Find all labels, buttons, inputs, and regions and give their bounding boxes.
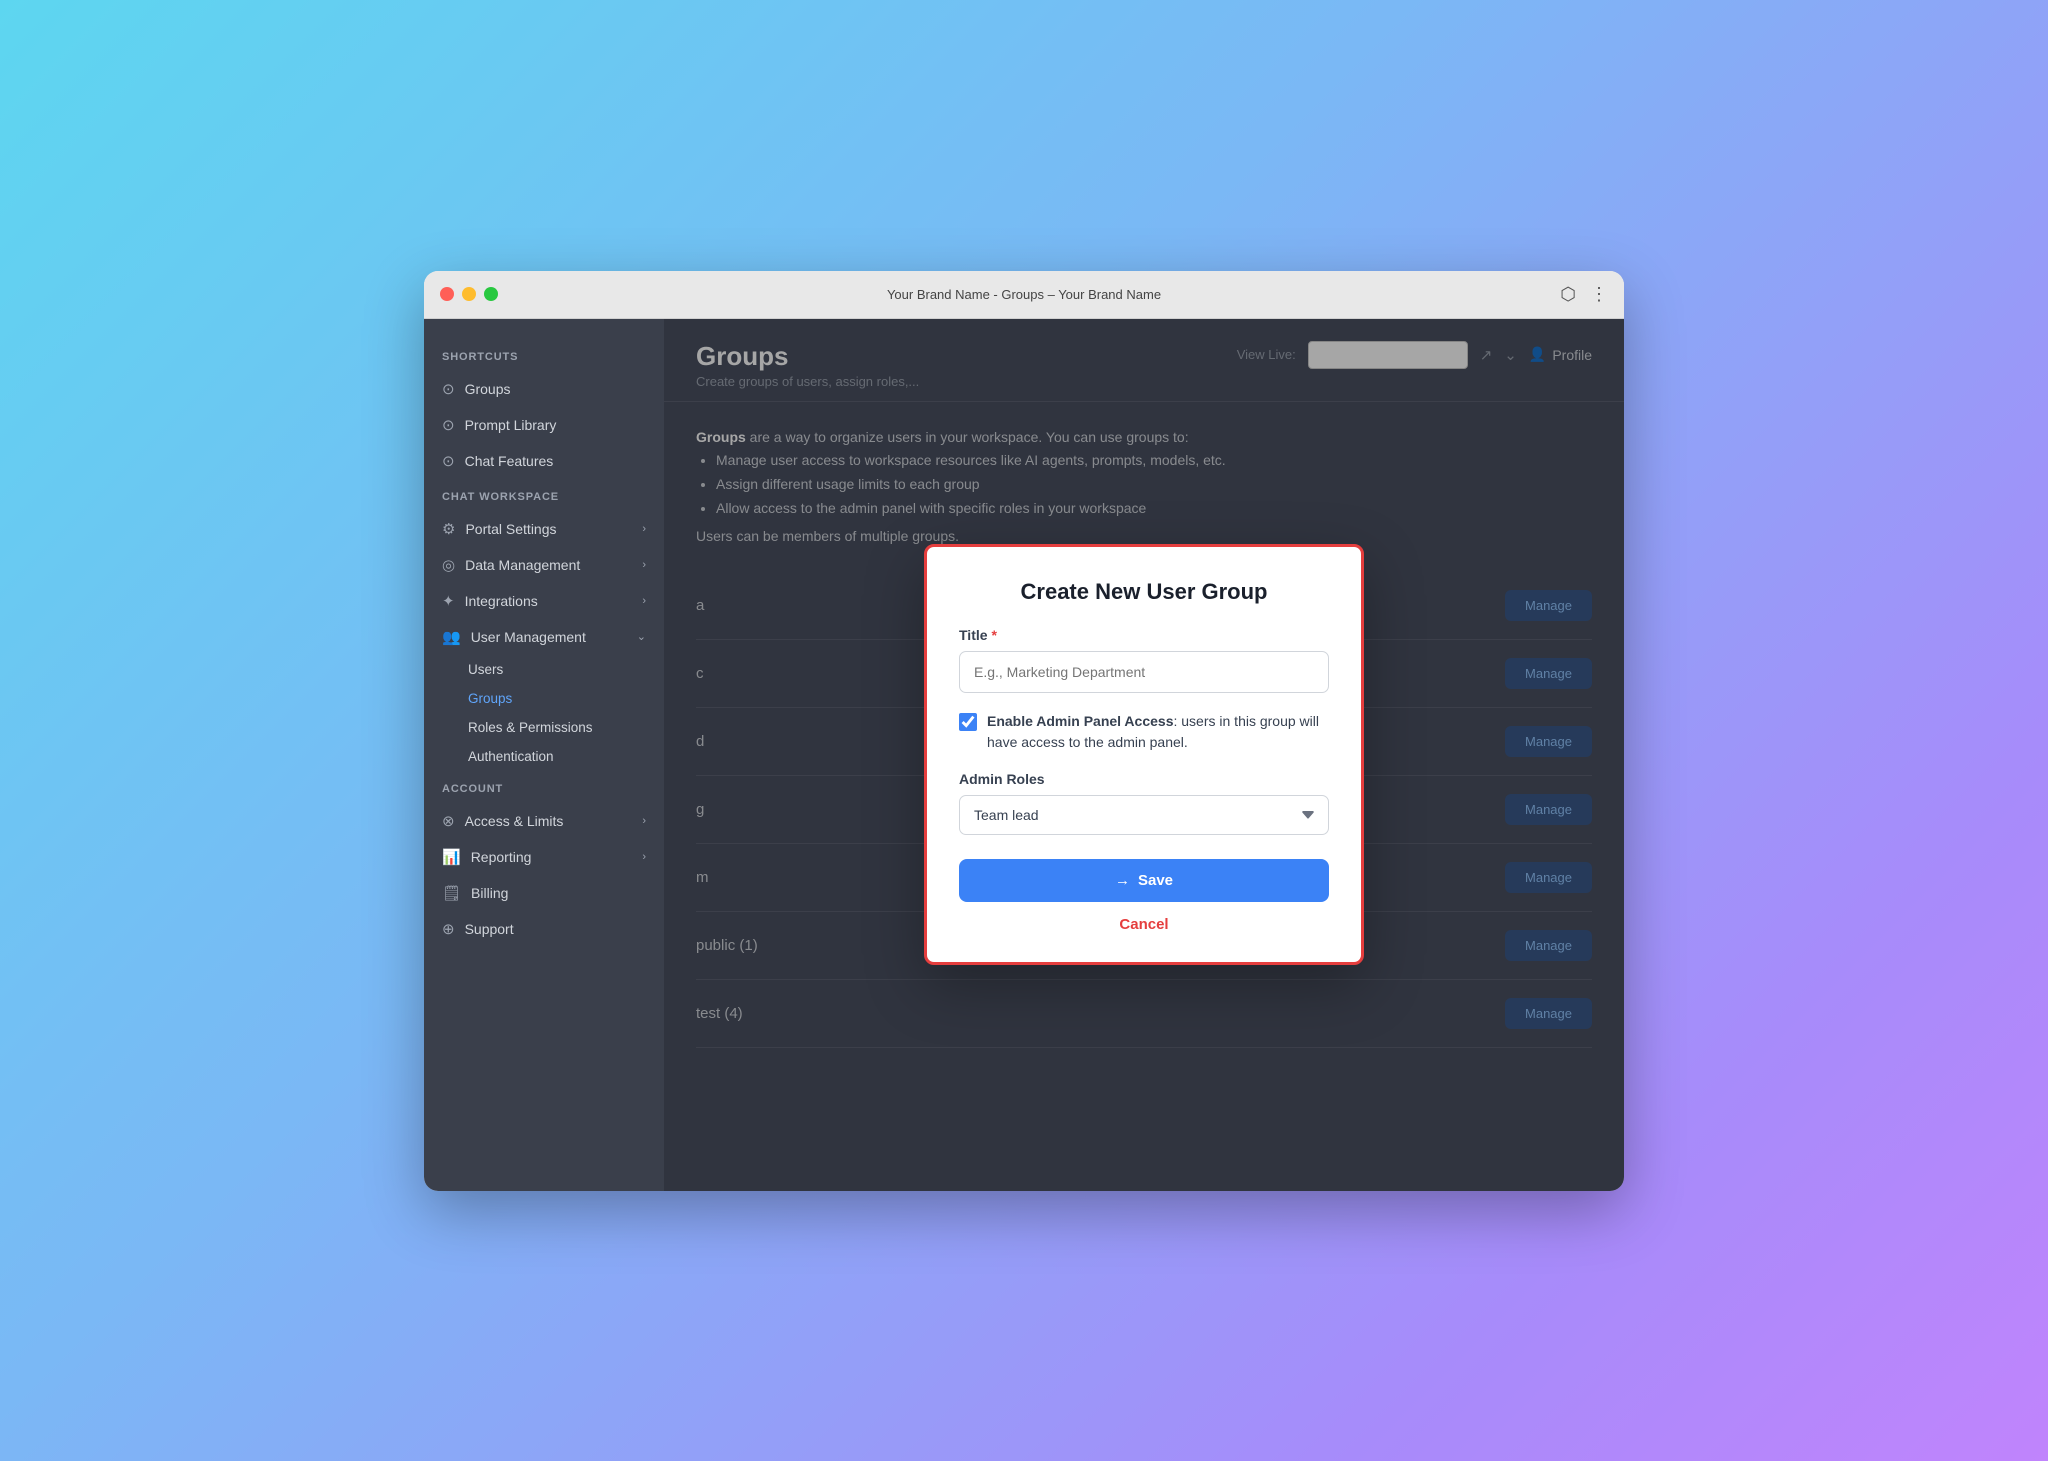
sidebar-item-chat-features[interactable]: ⊙ Chat Features bbox=[424, 443, 664, 479]
sidebar-sub-authentication[interactable]: Authentication bbox=[468, 742, 664, 771]
chevron-right-icon: › bbox=[642, 559, 646, 571]
sidebar-item-billing[interactable]: 🗒 Billing bbox=[424, 875, 664, 911]
window-title: Your Brand Name - Groups – Your Brand Na… bbox=[887, 287, 1161, 302]
create-user-group-modal: Create New User Group Title * Enable Adm… bbox=[924, 544, 1364, 965]
sidebar-item-portal-settings[interactable]: ⚙ Portal Settings › bbox=[424, 511, 664, 547]
sidebar-item-label: Data Management bbox=[465, 557, 580, 573]
cancel-button[interactable]: Cancel bbox=[959, 916, 1329, 933]
sidebar-item-access-limits[interactable]: ⊗ Access & Limits › bbox=[424, 803, 664, 839]
sidebar-item-label: Access & Limits bbox=[465, 813, 564, 829]
titlebar-actions: ⬡ ⋮ bbox=[1560, 284, 1608, 305]
sidebar-item-groups[interactable]: ⊙ Groups bbox=[424, 371, 664, 407]
admin-roles-select[interactable]: Team lead Admin Moderator Viewer bbox=[959, 795, 1329, 835]
sidebar-item-user-management[interactable]: 👥 User Management ⌄ bbox=[424, 619, 664, 655]
chat-features-icon: ⊙ bbox=[442, 452, 455, 470]
modal-overlay: Create New User Group Title * Enable Adm… bbox=[664, 319, 1624, 1191]
save-arrow-icon: → bbox=[1115, 872, 1130, 889]
chevron-right-icon: › bbox=[642, 523, 646, 535]
maximize-button[interactable] bbox=[484, 287, 498, 301]
sidebar-item-label: Portal Settings bbox=[465, 521, 556, 537]
sidebar-item-integrations[interactable]: ✦ Integrations › bbox=[424, 583, 664, 619]
close-button[interactable] bbox=[440, 287, 454, 301]
access-limits-icon: ⊗ bbox=[442, 812, 455, 830]
sidebar-item-label: Groups bbox=[465, 381, 511, 397]
chevron-down-icon: ⌄ bbox=[637, 630, 646, 643]
sidebar-item-label: Support bbox=[465, 921, 514, 937]
admin-roles-label: Admin Roles bbox=[959, 771, 1329, 787]
sidebar-item-support[interactable]: ⊕ Support bbox=[424, 911, 664, 947]
data-management-icon: ◎ bbox=[442, 556, 455, 574]
sidebar-sub-roles-permissions[interactable]: Roles & Permissions bbox=[468, 713, 664, 742]
modal-title: Create New User Group bbox=[959, 579, 1329, 605]
account-section-label: Account bbox=[424, 783, 664, 795]
chevron-right-icon: › bbox=[642, 815, 646, 827]
extension-icon[interactable]: ⬡ bbox=[1560, 284, 1576, 305]
chat-workspace-section-label: Chat Workspace bbox=[424, 491, 664, 503]
user-management-sub: Users Groups Roles & Permissions Authent… bbox=[424, 655, 664, 771]
main-content-area: Groups Create groups of users, assign ro… bbox=[664, 319, 1624, 1191]
more-options-icon[interactable]: ⋮ bbox=[1590, 284, 1608, 305]
title-field-label: Title * bbox=[959, 627, 1329, 643]
app-window: Your Brand Name - Groups – Your Brand Na… bbox=[424, 271, 1624, 1191]
save-label: Save bbox=[1138, 872, 1173, 889]
sidebar-item-data-management[interactable]: ◎ Data Management › bbox=[424, 547, 664, 583]
user-management-icon: 👥 bbox=[442, 628, 461, 646]
app-body: Shortcuts ⊙ Groups ⊙ Prompt Library ⊙ Ch… bbox=[424, 319, 1624, 1191]
traffic-lights bbox=[440, 287, 498, 301]
shortcuts-section-label: Shortcuts bbox=[424, 351, 664, 363]
sidebar-item-label: Integrations bbox=[465, 593, 538, 609]
sidebar: Shortcuts ⊙ Groups ⊙ Prompt Library ⊙ Ch… bbox=[424, 319, 664, 1191]
titlebar: Your Brand Name - Groups – Your Brand Na… bbox=[424, 271, 1624, 319]
sidebar-item-label: Prompt Library bbox=[465, 417, 557, 433]
portal-settings-icon: ⚙ bbox=[442, 520, 455, 538]
sidebar-item-label: User Management bbox=[471, 629, 586, 645]
groups-icon: ⊙ bbox=[442, 380, 455, 398]
sidebar-item-label: Chat Features bbox=[465, 453, 554, 469]
sidebar-item-label: Reporting bbox=[471, 849, 532, 865]
save-button[interactable]: → Save bbox=[959, 859, 1329, 902]
minimize-button[interactable] bbox=[462, 287, 476, 301]
sidebar-item-prompt-library[interactable]: ⊙ Prompt Library bbox=[424, 407, 664, 443]
integrations-icon: ✦ bbox=[442, 592, 455, 610]
sidebar-sub-users[interactable]: Users bbox=[468, 655, 664, 684]
chevron-right-icon: › bbox=[642, 851, 646, 863]
prompt-library-icon: ⊙ bbox=[442, 416, 455, 434]
sidebar-sub-groups[interactable]: Groups bbox=[468, 684, 664, 713]
chevron-right-icon: › bbox=[642, 595, 646, 607]
title-input[interactable] bbox=[959, 651, 1329, 693]
sidebar-item-label: Billing bbox=[471, 885, 508, 901]
enable-admin-panel-checkbox[interactable] bbox=[959, 713, 977, 731]
support-icon: ⊕ bbox=[442, 920, 455, 938]
enable-admin-panel-label: Enable Admin Panel Access: users in this… bbox=[987, 711, 1329, 753]
reporting-icon: 📊 bbox=[442, 848, 461, 866]
enable-admin-panel-row: Enable Admin Panel Access: users in this… bbox=[959, 711, 1329, 753]
billing-icon: 🗒 bbox=[442, 884, 461, 902]
required-star: * bbox=[992, 627, 997, 643]
sidebar-item-reporting[interactable]: 📊 Reporting › bbox=[424, 839, 664, 875]
